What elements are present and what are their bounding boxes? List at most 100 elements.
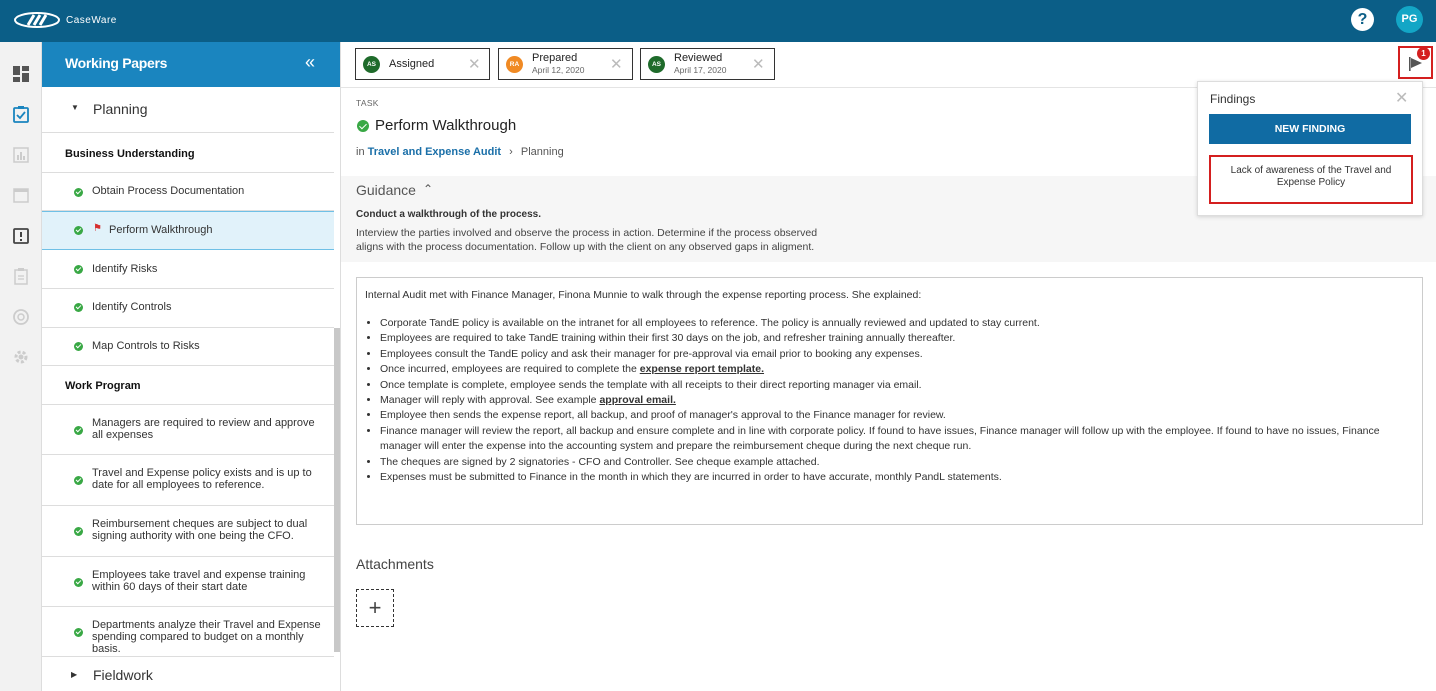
group-label: Fieldwork <box>93 667 153 683</box>
group-planning[interactable]: ▼ Planning <box>42 87 334 133</box>
attachments-title: Attachments <box>356 556 434 572</box>
collapse-sidebar-button[interactable]: « <box>305 52 315 73</box>
status-prepared[interactable]: RA Prepared April 12, 2020 ✕ <box>498 48 633 80</box>
status-reviewed[interactable]: AS Reviewed April 17, 2020 ✕ <box>640 48 775 80</box>
editor-intro: Internal Audit met with Finance Manager,… <box>365 289 922 301</box>
findings-count-badge: 1 <box>1417 47 1430 60</box>
sidebar-item-label: Identify Controls <box>92 301 172 313</box>
section-business-understanding: Business Understanding <box>65 148 195 160</box>
chevron-right-icon: › <box>509 146 513 158</box>
findings-panel: Findings ✕ NEW FINDING Lack of awareness… <box>1197 81 1423 216</box>
support-icon[interactable] <box>12 308 30 326</box>
complete-check-icon <box>74 265 83 274</box>
caret-right-icon: ▶ <box>71 670 78 679</box>
close-findings-icon[interactable]: ✕ <box>1395 88 1408 108</box>
sidebar-item-perform-walkthrough[interactable]: ⚑ Perform Walkthrough <box>42 211 334 250</box>
sidebar-scrollbar[interactable] <box>334 328 340 652</box>
sidebar-item-identify-risks[interactable]: Identify Risks <box>42 250 334 289</box>
finding-item[interactable]: Lack of awareness of the Travel and Expe… <box>1209 155 1413 204</box>
status-label: Reviewed <box>674 52 723 64</box>
sidebar-item-budget-analysis[interactable]: Departments analyze their Travel and Exp… <box>42 607 334 657</box>
sidebar-item-label: Reimbursement cheques are subject to dua… <box>92 518 308 542</box>
list-item: Manager will reply with approval. See ex… <box>380 393 1414 408</box>
list-item: Employee then sends the expense report, … <box>380 408 1414 423</box>
chevron-up-icon[interactable]: ⌃ <box>423 182 433 196</box>
remove-assigned-icon[interactable]: ✕ <box>468 55 481 73</box>
reviewer-avatar: AS <box>648 56 665 73</box>
sidebar-item-label: Travel and Expense policy exists and is … <box>92 467 312 491</box>
breadcrumb-prefix: in <box>356 146 365 158</box>
sidebar-item-label: Perform Walkthrough <box>109 224 213 236</box>
sidebar-item-managers-review[interactable]: Managers are required to review and appr… <box>42 405 334 455</box>
status-assigned[interactable]: AS Assigned ✕ <box>355 48 490 80</box>
list-item: Once incurred, employees are required to… <box>380 362 1414 377</box>
sidebar-title: Working Papers <box>65 55 168 71</box>
flag-icon: ⚑ <box>93 223 102 234</box>
sidebar-item-label: Departments analyze their Travel and Exp… <box>92 619 321 655</box>
complete-check-icon <box>74 342 83 351</box>
working-papers-sidebar: Working Papers « ▼ Planning Business Und… <box>42 42 341 691</box>
sidebar-item-label: Managers are required to review and appr… <box>92 417 315 441</box>
complete-check-icon <box>74 578 83 587</box>
guidance-heading: Conduct a walkthrough of the process. <box>356 209 542 220</box>
breadcrumb-link[interactable]: Travel and Expense Audit <box>368 146 501 158</box>
checklist-icon[interactable] <box>12 105 30 123</box>
top-bar: CaseWare ? PG <box>0 0 1436 42</box>
findings-title: Findings <box>1210 92 1256 106</box>
status-date: April 12, 2020 <box>532 65 585 75</box>
list-item: Corporate TandE policy is available on t… <box>380 316 1414 331</box>
list-item: The cheques are signed by 2 signatories … <box>380 455 1414 470</box>
complete-check-icon <box>357 120 369 132</box>
add-attachment-button[interactable]: + <box>356 589 394 627</box>
sidebar-item-label: Employees take travel and expense traini… <box>92 569 306 593</box>
complete-check-icon <box>74 188 83 197</box>
complete-check-icon <box>74 303 83 312</box>
complete-check-icon <box>74 628 83 637</box>
chart-icon[interactable] <box>12 146 30 164</box>
sidebar-item-identify-controls[interactable]: Identify Controls <box>42 289 334 328</box>
list-item: Employees consult the TandE policy and a… <box>380 347 1414 362</box>
breadcrumb: in Travel and Expense Audit › Planning <box>356 146 564 158</box>
sidebar-item-obtain-process-documentation[interactable]: Obtain Process Documentation <box>42 173 334 211</box>
expense-report-template-link[interactable]: expense report template. <box>640 363 764 375</box>
brand-name: CaseWare <box>66 14 117 26</box>
task-kind-label: TASK <box>356 98 379 108</box>
page-title: Perform Walkthrough <box>375 117 517 134</box>
assignee-avatar: AS <box>363 56 380 73</box>
approval-email-link[interactable]: approval email. <box>599 394 675 406</box>
guidance-toggle[interactable]: Guidance <box>356 182 416 198</box>
sidebar-item-label: Identify Risks <box>92 263 158 275</box>
guidance-body: Interview the parties involved and obser… <box>356 227 818 253</box>
nav-rail <box>0 42 42 691</box>
sidebar-item-dual-signing[interactable]: Reimbursement cheques are subject to dua… <box>42 506 334 557</box>
caret-down-icon: ▼ <box>71 103 79 112</box>
user-avatar[interactable]: PG <box>1396 6 1423 33</box>
list-item: Finance manager will review the report, … <box>380 424 1414 455</box>
new-finding-button[interactable]: NEW FINDING <box>1209 114 1411 144</box>
remove-prepared-icon[interactable]: ✕ <box>610 55 623 73</box>
sidebar-item-map-controls-to-risks[interactable]: Map Controls to Risks <box>42 328 334 366</box>
status-label: Assigned <box>389 58 435 70</box>
list-item: Once template is complete, employee send… <box>380 378 1414 393</box>
group-fieldwork[interactable]: ▶ Fieldwork <box>42 657 334 691</box>
clipboard-icon[interactable] <box>12 267 30 285</box>
caseware-logo[interactable]: CaseWare <box>14 12 117 28</box>
status-date: April 17, 2020 <box>674 65 727 75</box>
procedure-editor[interactable]: Internal Audit met with Finance Manager,… <box>356 277 1423 525</box>
issues-icon[interactable] <box>12 227 30 245</box>
status-label: Prepared <box>532 52 578 64</box>
calendar-icon[interactable] <box>12 186 30 204</box>
complete-check-icon <box>74 476 83 485</box>
complete-check-icon <box>74 226 83 235</box>
remove-reviewed-icon[interactable]: ✕ <box>752 55 765 73</box>
section-work-program: Work Program <box>65 380 141 392</box>
list-item: Employees are required to take TandE tra… <box>380 331 1414 346</box>
gear-icon[interactable] <box>12 348 30 366</box>
help-button[interactable]: ? <box>1351 8 1374 31</box>
complete-check-icon <box>74 426 83 435</box>
list-item: Expenses must be submitted to Finance in… <box>380 470 1414 485</box>
sidebar-item-training[interactable]: Employees take travel and expense traini… <box>42 557 334 607</box>
dashboard-icon[interactable] <box>12 65 30 83</box>
sidebar-item-policy-exists[interactable]: Travel and Expense policy exists and is … <box>42 455 334 506</box>
sidebar-item-label: Map Controls to Risks <box>92 340 200 352</box>
